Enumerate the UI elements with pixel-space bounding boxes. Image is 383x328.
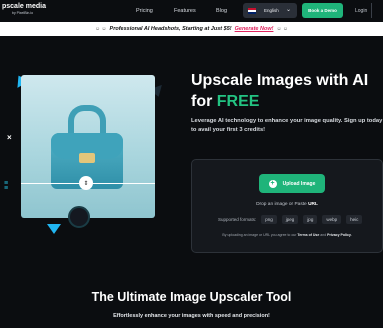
terms-of-use-link[interactable]: Terms of Use xyxy=(297,233,319,237)
uk-flag-icon xyxy=(248,7,256,14)
upload-image-button[interactable]: + Upload Image xyxy=(259,174,325,193)
nav-link-pricing[interactable]: Pricing xyxy=(136,8,153,14)
plus-circle-icon: + xyxy=(268,179,277,188)
chevron-stripes-icon: ≡ ≡ xyxy=(4,180,9,192)
nav-divider xyxy=(371,3,372,18)
drop-text: Drop an image or Paste xyxy=(256,202,307,207)
terms-and: and xyxy=(320,233,327,237)
hero-title-free: FREE xyxy=(216,93,260,110)
format-chip-heic: heic xyxy=(346,215,363,224)
language-label: English xyxy=(264,8,279,13)
promo-banner: ☺ ☺ Professional AI Headshots, Starting … xyxy=(0,22,383,36)
logo-subtext: by PixelBin.io xyxy=(12,11,34,15)
hero-subtitle: Leverage AI technology to enhance your i… xyxy=(191,118,383,133)
generate-now-link[interactable]: Generate Now! xyxy=(235,26,274,32)
hero-title: Upscale Images with AI for FREE xyxy=(191,70,368,112)
format-chip-webp: webp xyxy=(322,215,342,224)
face-icon: ☺ ☺ xyxy=(276,26,289,32)
promo-text: Professional AI Headshots, Starting at J… xyxy=(109,26,232,32)
comparison-slider-handle[interactable]: ⇕ xyxy=(79,176,93,190)
logo-text: pscale media xyxy=(2,3,46,10)
top-nav: pscale media by PixelBin.io Pricing Feat… xyxy=(0,0,383,22)
formats-label: Supported formats: xyxy=(218,217,257,222)
face-icon: ☺ ☺ xyxy=(94,26,107,32)
upload-button-label: Upload Image xyxy=(282,180,316,187)
login-link[interactable]: Login xyxy=(355,8,367,14)
chevron-down-icon: ⌄ xyxy=(285,7,291,13)
triangle-decoration xyxy=(47,224,61,234)
format-chip-jpeg: jpeg xyxy=(281,215,299,224)
nav-link-blog[interactable]: Blog xyxy=(216,8,227,14)
hero-title-line1: Upscale Images with AI xyxy=(191,72,369,89)
comparison-image[interactable]: ⇕ xyxy=(21,75,155,218)
cross-icon: × xyxy=(7,133,12,142)
section-subtitle: Effortlessly enhance your images with sp… xyxy=(113,313,270,319)
upload-dropzone[interactable]: + Upload Image Drop an image or Paste UR… xyxy=(191,159,383,253)
nav-link-features[interactable]: Features xyxy=(174,8,196,14)
circle-decoration xyxy=(68,206,90,228)
hero-title-for: for xyxy=(191,93,213,110)
paste-url-link[interactable]: URL xyxy=(308,202,318,207)
format-chip-jpg: jpg xyxy=(303,215,318,224)
supported-formats: Supported formats: png jpeg jpg webp hei… xyxy=(218,215,367,224)
terms-prefix: By uploading an image or URL you agree t… xyxy=(222,233,297,237)
format-chip-png: png xyxy=(261,215,277,224)
drop-instructions: Drop an image or Paste URL xyxy=(192,202,382,207)
logo[interactable]: pscale media by PixelBin.io xyxy=(2,3,46,15)
terms-notice: By uploading an image or URL you agree t… xyxy=(192,233,382,237)
bag-buckle xyxy=(79,153,95,163)
book-demo-button[interactable]: Book a Demo xyxy=(302,3,343,18)
section-title: The Ultimate Image Upscaler Tool xyxy=(91,290,292,304)
language-selector[interactable]: English ⌄ xyxy=(243,3,297,18)
privacy-policy-link[interactable]: Privacy Policy. xyxy=(327,233,351,237)
